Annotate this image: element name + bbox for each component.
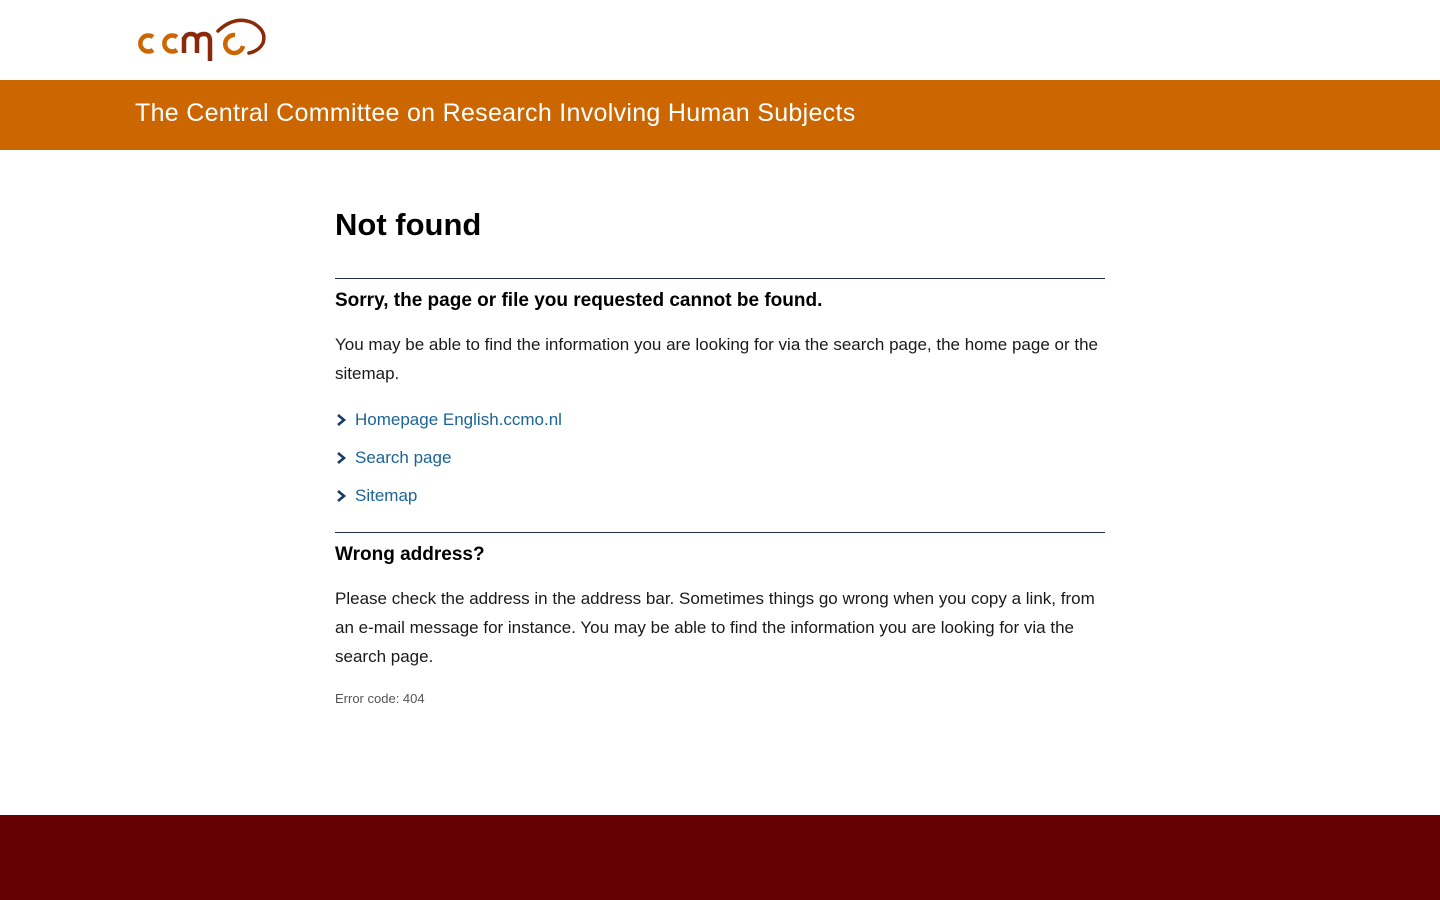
page-title: Not found (335, 207, 482, 242)
wrong-address-heading: Wrong address? (335, 544, 485, 565)
ccmo-logo[interactable] (135, 17, 267, 69)
list-item: Search page (335, 445, 1105, 483)
divider (335, 532, 1105, 533)
ccmo-logo-icon (138, 18, 266, 61)
homepage-link[interactable]: Homepage English.ccmo.nl (355, 407, 562, 433)
site-footer (0, 815, 1440, 900)
site-tagline: The Central Committee on Research Involv… (135, 99, 856, 127)
error-code: Error code: 404 (335, 691, 425, 706)
sitemap-link[interactable]: Sitemap (355, 483, 417, 509)
list-item: Sitemap (335, 483, 1105, 521)
search-page-link[interactable]: Search page (355, 445, 451, 471)
wrong-address-text: Please check the address in the address … (335, 589, 1095, 666)
chevron-right-icon (337, 452, 347, 464)
helpful-links-list: Homepage English.ccmo.nl Search page Sit… (335, 407, 1105, 521)
main-content: Not found Sorry, the page or file you re… (335, 150, 1105, 709)
chevron-right-icon (337, 414, 347, 426)
chevron-right-icon (337, 490, 347, 502)
sorry-heading: Sorry, the page or file you requested ca… (335, 290, 823, 311)
sorry-text: You may be able to find the information … (335, 335, 1098, 383)
list-item: Homepage English.ccmo.nl (335, 407, 1105, 445)
divider (335, 278, 1105, 279)
site-header (0, 0, 1440, 80)
